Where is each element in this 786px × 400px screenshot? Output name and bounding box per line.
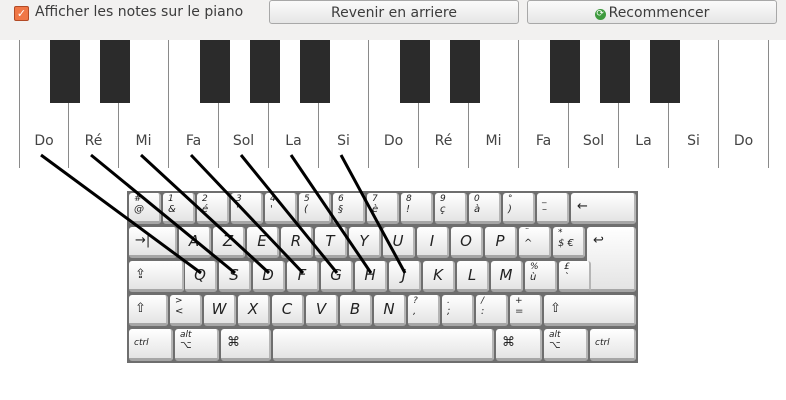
mapping-line-f [189,153,305,275]
mapping-line-s [90,153,236,275]
mapping-line-j [339,154,407,274]
mapping-line-h [289,154,373,274]
mapping-line-d [139,153,271,275]
note-key-mapping-lines [40,153,407,275]
mapping-line-q [40,153,202,275]
mapping-line-g [239,154,339,274]
